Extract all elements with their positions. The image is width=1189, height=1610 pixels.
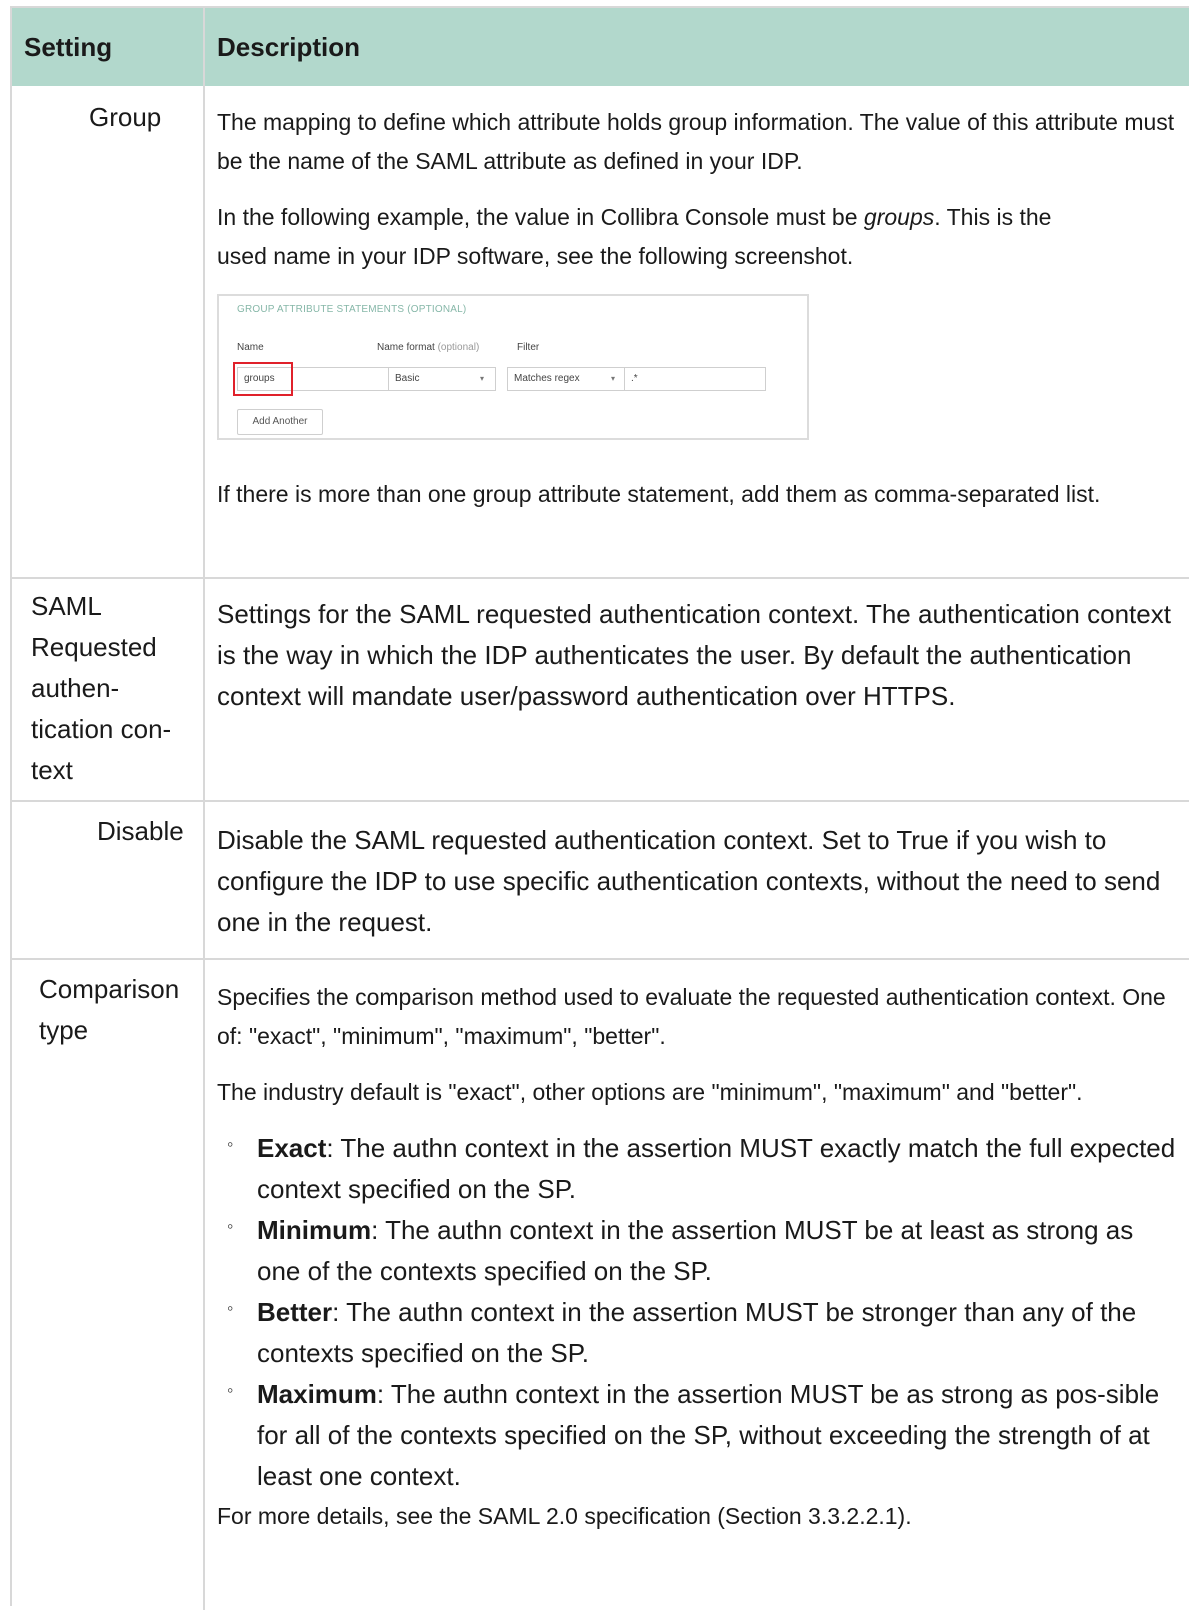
description-paragraph: Disable the SAML requested authenticatio… (217, 825, 1161, 937)
chevron-down-icon: ▾ (480, 374, 485, 383)
setting-cell: Disable (12, 801, 205, 960)
example-text-before: In the following example, the value in C… (217, 204, 864, 230)
screenshot-regex-field: .* (624, 367, 766, 391)
option-term: Maximum (257, 1379, 377, 1409)
setting-name: SAML Requested authen- tication con- tex… (13, 580, 202, 799)
settings-table: Setting Description Group The mapping to… (12, 8, 1189, 1610)
description-paragraph: Specifies the comparison method used to … (217, 984, 1166, 1049)
header-description: Description (204, 8, 1189, 86)
setting-line: tication con- (31, 714, 172, 744)
description-cell: Disable the SAML requested authenticatio… (204, 801, 1189, 960)
option-text: : The authn context in the assertion MUS… (257, 1379, 1160, 1491)
description-cell: Settings for the SAML requested authenti… (204, 578, 1189, 802)
screenshot-filter-select: Matches regex (507, 367, 625, 391)
description-paragraph: The industry default is "exact", other o… (217, 1079, 1083, 1105)
idp-screenshot: GROUP ATTRIBUTE STATEMENTS (OPTIONAL) Na… (217, 294, 809, 440)
screenshot-filter-label: Filter (517, 342, 540, 353)
table-row-comparison-type: Comparison type Specifies the comparison… (12, 959, 1189, 1610)
screenshot-section-header: GROUP ATTRIBUTE STATEMENTS (OPTIONAL) (237, 304, 467, 315)
option-term: Better (257, 1297, 333, 1327)
description-cell: Specifies the comparison method used to … (204, 959, 1189, 1610)
list-item: ◦ Better: The authn context in the assert… (227, 1292, 1181, 1374)
description-footer: For more details, see the SAML 2.0 speci… (217, 1503, 912, 1529)
settings-table-container: Setting Description Group The mapping to… (10, 6, 1189, 1610)
table-row-group: Group The mapping to define which attrib… (12, 86, 1189, 579)
comparison-options-list: ◦ Exact: The authn context in the asserti… (217, 1128, 1181, 1497)
option-term: Exact (257, 1133, 327, 1163)
description-paragraph: Settings for the SAML requested authenti… (217, 599, 1171, 711)
table-row-saml-requested-authn-context: SAML Requested authen- tication con- tex… (12, 578, 1189, 802)
description-cell: The mapping to define which attribute ho… (204, 86, 1189, 579)
option-text: : The authn context in the assertion MUS… (257, 1297, 1137, 1368)
setting-cell: Group (12, 86, 205, 579)
setting-name: Group (89, 102, 162, 132)
description-paragraph: The mapping to define which attribute ho… (217, 109, 1175, 174)
setting-line: Comparison (39, 974, 180, 1004)
setting-line: authen- (31, 673, 120, 703)
list-item: ◦ Maximum: The authn context in the asser… (227, 1374, 1181, 1497)
setting-cell: Comparison type (12, 959, 205, 1610)
example-text-after: . This is the (934, 204, 1052, 230)
bullet-icon: ◦ (227, 1216, 234, 1236)
list-item: ◦ Minimum: The authn context in the asser… (227, 1210, 1181, 1292)
setting-line: text (31, 755, 73, 785)
setting-line: SAML (31, 591, 102, 621)
format-label-text: Name format (377, 342, 435, 353)
setting-name: Comparison type (13, 961, 202, 1059)
example-emphasis: groups (863, 204, 935, 230)
bullet-icon: ◦ (227, 1380, 234, 1400)
setting-line: Requested (31, 632, 157, 662)
example-text-line2: used name in your IDP software, see the … (217, 243, 854, 269)
screenshot-name-label: Name (237, 342, 264, 353)
setting-name: Disable (97, 816, 184, 846)
table-header-row: Setting Description (12, 8, 1189, 86)
option-text: : The authn context in the assertion MUS… (257, 1215, 1134, 1286)
format-optional-text: (optional) (437, 342, 480, 353)
description-paragraph-example: In the following example, the value in C… (217, 198, 1181, 276)
option-text: : The authn context in the assertion MUS… (257, 1133, 1176, 1204)
header-setting: Setting (12, 8, 205, 86)
chevron-down-icon: ▾ (611, 374, 616, 383)
setting-cell: SAML Requested authen- tication con- tex… (12, 578, 205, 802)
bullet-icon: ◦ (227, 1134, 234, 1154)
screenshot-add-another-button: Add Another (237, 409, 323, 435)
screenshot-format-label: Name format (optional) (377, 342, 479, 353)
setting-line: type (39, 1015, 89, 1045)
list-item: ◦ Exact: The authn context in the asserti… (227, 1128, 1181, 1210)
table-row-disable: Disable Disable the SAML requested authe… (12, 801, 1189, 960)
option-term: Minimum (257, 1215, 372, 1245)
description-paragraph: If there is more than one group attribut… (217, 481, 1101, 507)
highlight-box (233, 362, 293, 396)
bullet-icon: ◦ (227, 1298, 234, 1318)
